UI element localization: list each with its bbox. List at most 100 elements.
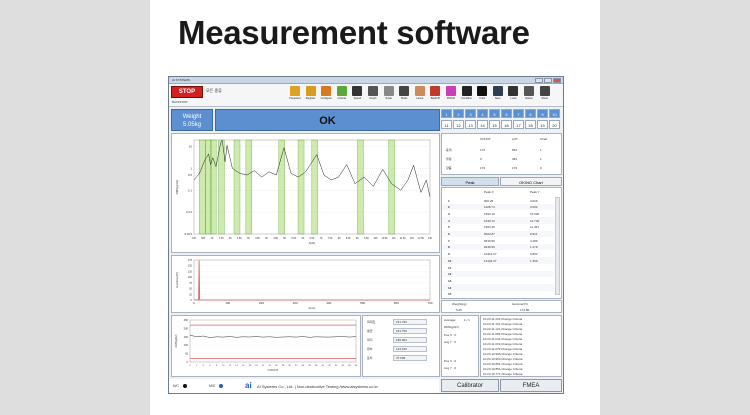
- channel-button-7[interactable]: 7: [513, 109, 524, 118]
- table-row[interactable]: 7 6815.59 4.289: [442, 237, 554, 244]
- slide-title: Measurement software: [178, 14, 530, 51]
- x-tick-label: 18: [249, 365, 252, 367]
- x-tick-label: 4.5K: [273, 237, 278, 240]
- average-line: Avg Y : 0: [444, 340, 457, 344]
- channel-button-11[interactable]: 11: [441, 120, 452, 129]
- toolbar-button-backup[interactable]: BackUP: [429, 86, 441, 100]
- table-row[interactable]: 5 1903.25 11.451: [442, 223, 554, 231]
- channel-button-9[interactable]: 9: [537, 109, 548, 118]
- table-row[interactable]: 10 12104.37 1.359: [442, 257, 554, 264]
- toolbar-button-configure[interactable]: Configure: [320, 86, 332, 100]
- maximize-button[interactable]: [544, 78, 552, 83]
- x-tick-label: 2.5K: [237, 237, 242, 240]
- toolbar-button-condition[interactable]: Condition: [461, 86, 473, 100]
- table-row[interactable]: 3 1559.16 15.096: [442, 210, 554, 217]
- toolbar-label: Criteria: [337, 97, 346, 100]
- calibrator-button[interactable]: Calibrator: [441, 379, 499, 392]
- toolbar-button-lance[interactable]: Lance: [414, 86, 426, 100]
- peak-cell: 10: [448, 258, 452, 263]
- channel-button-15[interactable]: 15: [489, 120, 500, 129]
- channel-button-16[interactable]: 16: [501, 120, 512, 129]
- channel-button-6[interactable]: 6: [501, 109, 512, 118]
- toolbar-button-show[interactable]: Show: [539, 86, 551, 100]
- toolbar-button-scale[interactable]: Scale: [383, 86, 395, 100]
- table-row[interactable]: 6 5022.87 8.911: [442, 230, 554, 237]
- stop-button[interactable]: STOP: [171, 86, 203, 98]
- channel-button-13[interactable]: 13: [465, 120, 476, 129]
- channel-button-12[interactable]: 12: [453, 120, 464, 129]
- channel-button-14[interactable]: 14: [477, 120, 488, 129]
- toolbar-button-mode[interactable]: Mode: [398, 86, 410, 100]
- channel-button-17[interactable]: 17: [513, 120, 524, 129]
- minimize-button[interactable]: [535, 78, 543, 83]
- average-unit: RMS(g/Hz): [444, 325, 459, 329]
- x-axis-label: COUNT: [268, 368, 279, 372]
- save-icon: [492, 86, 503, 96]
- wh-header: Hammer(N): [512, 302, 528, 306]
- count-header: LOT: [512, 137, 518, 141]
- weight-label: Weight: [182, 114, 202, 120]
- channel-button-5[interactable]: 5: [489, 109, 500, 118]
- peak-cell: 1.478: [530, 245, 538, 250]
- database-icon: [430, 86, 441, 96]
- toolbar-button-graph[interactable]: Graph: [367, 86, 379, 100]
- fmea-button[interactable]: FMEA: [500, 379, 562, 392]
- count-cell: 총계: [446, 148, 452, 152]
- channel-button-20[interactable]: 20: [549, 120, 560, 129]
- toolbar-button-speed[interactable]: Speed: [351, 86, 363, 100]
- x-tick-label: 2: [196, 365, 198, 367]
- toolbar-button-color[interactable]: Color: [476, 86, 488, 100]
- channel-button-8[interactable]: 8: [525, 109, 536, 118]
- toolbar-button-criteria[interactable]: Criteria: [336, 86, 348, 100]
- x-tick-label: 38: [315, 365, 318, 367]
- stat-label: 평균: [367, 329, 373, 333]
- toolbar-button-password[interactable]: Password: [289, 86, 301, 100]
- toolbar-button-register[interactable]: Register: [305, 86, 317, 100]
- channel-button-1[interactable]: 1: [441, 109, 452, 118]
- channel-button-19[interactable]: 19: [537, 120, 548, 129]
- toolbar-label: Color: [479, 97, 486, 100]
- toolbar-button-rs232[interactable]: RS232: [445, 86, 457, 100]
- log-entry: 10:24:11.331,Change Criteria: [483, 317, 523, 321]
- peak-scrollbar[interactable]: [555, 197, 560, 295]
- channel-button-3[interactable]: 3: [465, 109, 476, 118]
- table-row[interactable]: 8 8448.50 1.478: [442, 243, 554, 251]
- y-tick-label: 0.001: [184, 232, 192, 236]
- table-row[interactable]: 2 1128.74 3.092: [442, 203, 554, 211]
- toolbar-label: Load: [510, 97, 517, 100]
- y-tick-label: 150: [184, 335, 189, 339]
- peak-cell: 19.740: [530, 218, 540, 223]
- tab-peak[interactable]: Peak: [441, 177, 499, 186]
- window-titlebar: AI SYSTEMS: [169, 77, 563, 84]
- table-row[interactable]: 1 900.25 4.626: [442, 197, 554, 204]
- x-tick-label: 10: [222, 365, 225, 367]
- x-axis-label: t(ms): [309, 306, 316, 310]
- close-button[interactable]: [553, 78, 561, 83]
- criteria-band: [199, 139, 206, 235]
- table-row[interactable]: 9 10413.07 0.892: [442, 250, 554, 258]
- stat-value: 37.609: [393, 355, 427, 361]
- peak-cell: 2: [448, 205, 450, 210]
- peak-cell: 14: [448, 285, 452, 290]
- peak-cell: 3: [448, 211, 450, 216]
- toolbar-button-save[interactable]: Save: [492, 86, 504, 100]
- table-row[interactable]: 15: [442, 290, 554, 298]
- peak-header: Peak X: [484, 190, 494, 194]
- channel-button-2[interactable]: 2: [453, 109, 464, 118]
- channel-button-10[interactable]: 10: [549, 109, 560, 118]
- channel-button-18[interactable]: 18: [525, 120, 536, 129]
- toolbar-button-load[interactable]: Load: [507, 86, 519, 100]
- table-row[interactable]: 11: [442, 264, 554, 271]
- table-row[interactable]: 14: [442, 284, 554, 291]
- y-tick-label: 1: [190, 166, 192, 170]
- toolbar-button-delete[interactable]: Delete: [523, 86, 535, 100]
- x-tick-label: 1K: [211, 237, 214, 240]
- channel-button-4[interactable]: 4: [477, 109, 488, 118]
- criteria-band: [357, 139, 364, 235]
- tab-ok-ng-chart[interactable]: OK/NG Chart: [500, 177, 562, 186]
- table-row[interactable]: 12: [442, 270, 554, 278]
- log-panel: 10:24:11.331,Change Criteria 10:24:11.161…: [480, 315, 562, 377]
- table-row[interactable]: 13: [442, 277, 554, 284]
- table-row[interactable]: 4 1639.72 19.740: [442, 217, 554, 224]
- peak-cell: 1.359: [530, 258, 538, 263]
